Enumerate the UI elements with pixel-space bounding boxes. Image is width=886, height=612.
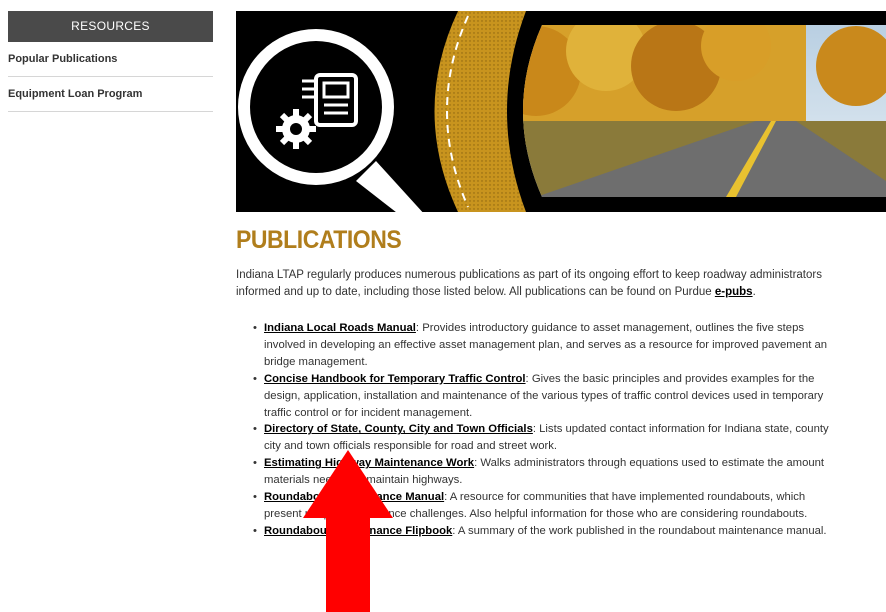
publication-link-concise-handbook[interactable]: Concise Handbook for Temporary Traffic C… bbox=[264, 373, 526, 385]
intro-text: . bbox=[752, 285, 756, 298]
list-item: Roundabout Maintenance Flipbook: A summa… bbox=[253, 523, 886, 540]
page-title: PUBLICATIONS bbox=[236, 226, 402, 254]
list-item: Concise Handbook for Temporary Traffic C… bbox=[253, 371, 886, 422]
publication-link-directory-officials[interactable]: Directory of State, County, City and Tow… bbox=[264, 423, 533, 435]
publication-description: : A resource for communities that have i… bbox=[444, 491, 806, 504]
publication-description: : Gives the basic principles and provide… bbox=[525, 372, 815, 385]
list-item: Indiana Local Roads Manual: Provides int… bbox=[253, 320, 886, 371]
list-item: Roundabout Maintenance Manual: A resourc… bbox=[253, 489, 886, 523]
publication-link-estimating-maintenance[interactable]: Estimating Highway Maintenance Work bbox=[264, 457, 474, 469]
publication-description: present unique maintenance challenges. A… bbox=[264, 507, 808, 520]
publication-description: traffic control or for incident manageme… bbox=[264, 406, 473, 419]
publication-description: : Lists updated contact information for … bbox=[532, 423, 829, 436]
autumn-road-photo bbox=[523, 25, 886, 197]
publication-description: bridge management. bbox=[264, 355, 368, 368]
intro-paragraph: Indiana LTAP regularly produces numerous… bbox=[236, 267, 886, 300]
publication-link-roundabout-manual[interactable]: Roundabout Maintenance Manual bbox=[264, 491, 444, 503]
publication-link-local-roads-manual[interactable]: Indiana Local Roads Manual bbox=[264, 322, 416, 334]
sidebar-item-popular-publications[interactable]: Popular Publications bbox=[8, 42, 213, 77]
publication-description: involved in developing an effective asse… bbox=[264, 338, 828, 351]
publication-description: : Provides introductory guidance to asse… bbox=[415, 322, 804, 334]
banner bbox=[236, 11, 886, 212]
publication-link-roundabout-flipbook[interactable]: Roundabout Maintenance Flipbook bbox=[264, 525, 452, 537]
publications-list: Indiana Local Roads Manual: Provides int… bbox=[236, 320, 886, 540]
sidebar-item-equipment-loan-program[interactable]: Equipment Loan Program bbox=[8, 77, 213, 112]
publication-description: design, application, installation and ma… bbox=[264, 389, 824, 402]
e-pubs-link[interactable]: e-pubs bbox=[715, 286, 753, 298]
publication-description: : A summary of the work published in the… bbox=[452, 524, 827, 537]
sidebar: RESOURCES Popular Publications Equipment… bbox=[8, 11, 213, 112]
list-item: Directory of State, County, City and Tow… bbox=[253, 421, 886, 455]
publication-description: : Walks administrators through equations… bbox=[474, 457, 825, 470]
publication-description: materials needed to maintain highways. bbox=[264, 474, 463, 487]
sidebar-header: RESOURCES bbox=[8, 11, 213, 42]
intro-text: informed and up to date, including those… bbox=[236, 285, 715, 298]
intro-text: Indiana LTAP regularly produces numerous… bbox=[236, 269, 822, 281]
list-item: Estimating Highway Maintenance Work: Wal… bbox=[253, 455, 886, 489]
publication-description: city and town officials responsible for … bbox=[264, 440, 558, 453]
